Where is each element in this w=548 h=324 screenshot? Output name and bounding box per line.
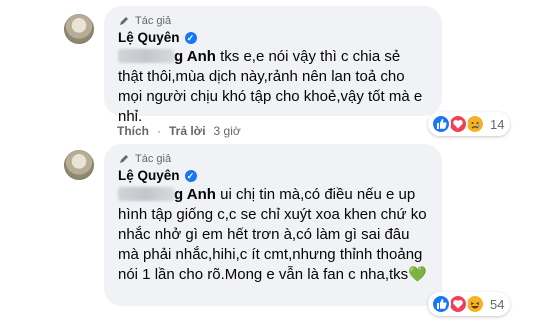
role-label: Tác giả [135, 15, 172, 27]
reaction-count: 14 [490, 116, 505, 132]
love-icon [448, 114, 468, 134]
comment-time[interactable]: 3 giờ [214, 124, 241, 138]
blurred-mention [118, 187, 174, 201]
avatar[interactable] [64, 14, 94, 44]
comment-actions: Thích · Trả lời 3 giờ [117, 124, 241, 138]
role-label: Tác giả [135, 153, 172, 165]
author-name[interactable]: Lệ Quyên [118, 30, 180, 45]
separator: · [157, 124, 161, 138]
verified-icon: ✓ [184, 31, 197, 44]
mention-name[interactable]: g Anh [174, 48, 216, 65]
reaction-summary[interactable]: 54 [428, 292, 511, 316]
sad-icon [465, 114, 485, 134]
like-icon [431, 294, 451, 314]
love-icon [448, 294, 468, 314]
avatar[interactable] [64, 150, 94, 180]
comment-text: g Anh tks e,e nói vậy thì c chia sẻ thật… [118, 47, 428, 127]
reply-action[interactable]: Trả lời [169, 124, 206, 138]
pen-icon [120, 155, 128, 163]
comment-text: g Anh ui chị tin mà,có điều nếu e up hìn… [118, 185, 428, 285]
reaction-count: 54 [490, 296, 505, 312]
green-heart-icon: 💚 [408, 266, 427, 283]
comment-bubble: Tác giả Lệ Quyên ✓ g Anh ui chị tin mà,c… [104, 144, 442, 306]
mention-name[interactable]: g Anh [174, 186, 216, 203]
comment-bubble: Tác giả Lệ Quyên ✓ g Anh tks e,e nói vậy… [104, 6, 442, 125]
like-icon [431, 114, 451, 134]
blurred-mention [118, 49, 174, 63]
like-action[interactable]: Thích [117, 124, 149, 138]
author-name[interactable]: Lệ Quyên [118, 168, 180, 183]
author-badge: Tác giả [118, 152, 428, 166]
reaction-summary[interactable]: 14 [428, 112, 511, 136]
verified-icon: ✓ [184, 169, 197, 182]
haha-icon [465, 294, 485, 314]
pen-icon [120, 17, 128, 25]
author-badge: Tác giả [118, 14, 428, 28]
